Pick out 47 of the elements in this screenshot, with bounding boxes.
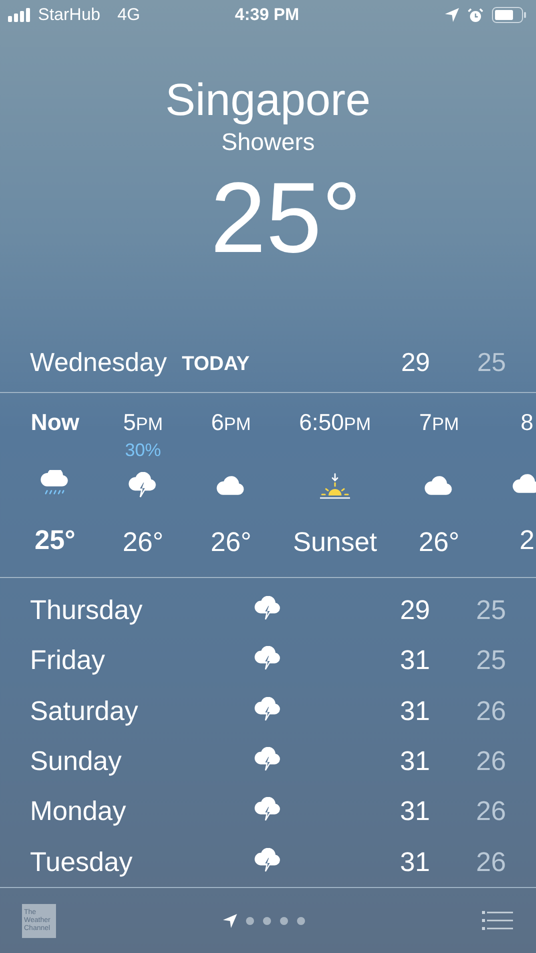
weather-condition: Showers (221, 128, 315, 158)
high-temperature: 29 (398, 594, 430, 627)
low-temperature: 26 (474, 846, 506, 879)
carrier-name: StarHub (38, 4, 100, 26)
hour-temperature: 26° (418, 526, 460, 559)
low-temperature: 26 (474, 694, 506, 728)
low-temperature: 26 (474, 744, 506, 778)
location-arrow-icon[interactable] (223, 914, 237, 928)
today-day: Wednesday (30, 343, 167, 382)
battery-icon (492, 7, 526, 23)
today-label: TODAY (182, 352, 251, 376)
high-temperature: 31 (398, 744, 430, 778)
low-temperature: 25 (474, 644, 506, 678)
hour-label: 8 (520, 408, 534, 437)
network-type: 4G (117, 4, 140, 26)
low-temperature: 26 (474, 795, 506, 828)
day-name: Thursday (30, 594, 144, 627)
day-name: Friday (30, 644, 106, 678)
high-temperature: 31 (398, 644, 430, 678)
high-temperature: 31 (398, 694, 430, 728)
high-temperature: 29 (400, 346, 430, 379)
city-name: Singapore (165, 73, 371, 127)
precipitation-chance: 30% (124, 438, 162, 462)
high-temperature: 31 (398, 846, 430, 879)
day-name: Tuesday (30, 846, 134, 879)
hour-label: 6PM (211, 408, 251, 437)
day-name: Monday (30, 795, 128, 828)
high-temperature: 31 (398, 795, 430, 828)
day-name: Saturday (30, 694, 140, 728)
hour-label: 7PM (419, 408, 459, 437)
hour-label: 6:50PM (299, 408, 371, 437)
day-name: Sunday (30, 744, 123, 778)
signal-icon (8, 8, 33, 22)
hour-temperature: 26° (122, 526, 164, 559)
hour-temperature: 2 (520, 524, 535, 557)
list-icon[interactable] (482, 910, 514, 930)
hour-temperature: 26° (210, 526, 252, 559)
location-arrow-icon (445, 8, 459, 22)
alarm-clock-icon (468, 8, 483, 22)
hour-label: 5PM (123, 408, 163, 437)
low-temperature: 25 (476, 346, 506, 379)
current-temperature: 25° (209, 161, 362, 276)
status-time: 4:39 PM (234, 4, 300, 26)
hour-temperature: 25° (34, 524, 76, 557)
hour-temperature: Sunset (293, 526, 378, 559)
low-temperature: 25 (474, 594, 506, 627)
hour-label: Now (30, 408, 80, 437)
